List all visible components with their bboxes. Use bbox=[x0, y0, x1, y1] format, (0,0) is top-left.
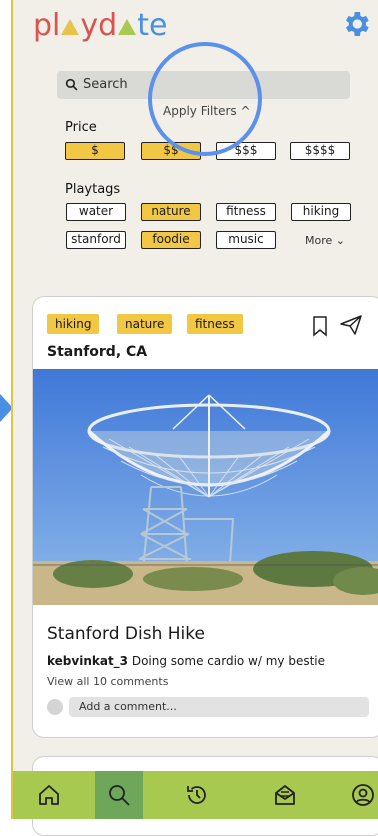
post-caption: kebvinkat_3 Doing some cardio w/ my best… bbox=[47, 654, 325, 668]
post-username[interactable]: kebvinkat_3 bbox=[47, 654, 128, 668]
apply-filters-toggle[interactable]: Apply Filters ^ bbox=[163, 104, 251, 118]
nav-search[interactable] bbox=[95, 771, 143, 819]
price-chip[interactable]: $ bbox=[65, 142, 125, 160]
home-icon bbox=[39, 785, 59, 805]
gear-icon[interactable] bbox=[340, 8, 372, 40]
post-location: Stanford, CA bbox=[47, 344, 148, 360]
search-icon bbox=[109, 785, 130, 806]
post-photo[interactable] bbox=[33, 369, 378, 605]
avatar bbox=[47, 699, 63, 715]
send-icon[interactable] bbox=[339, 314, 363, 336]
post-card: hiking nature fitness Stanford, CA Stanf… bbox=[32, 296, 378, 738]
more-tags-toggle[interactable]: More ⌄ bbox=[305, 234, 345, 247]
search-icon bbox=[65, 78, 78, 91]
search-input[interactable]: Search bbox=[57, 71, 350, 99]
profile-icon bbox=[352, 784, 374, 806]
post-caption-text: Doing some cardio w/ my bestie bbox=[128, 654, 326, 668]
logo-triangle-green bbox=[118, 19, 137, 35]
playtag-chip[interactable]: music bbox=[216, 231, 276, 249]
post-tag[interactable]: hiking bbox=[47, 314, 100, 334]
playtag-chip[interactable]: hiking bbox=[291, 203, 351, 221]
bookmark-icon[interactable] bbox=[312, 315, 328, 337]
logo-triangle-yellow bbox=[61, 19, 80, 35]
playtag-chip[interactable]: foodie bbox=[141, 231, 201, 249]
nav-history[interactable] bbox=[173, 771, 221, 819]
bottom-nav bbox=[13, 771, 378, 819]
post-tag[interactable]: fitness bbox=[187, 314, 243, 334]
logo-text-part: te bbox=[137, 8, 168, 43]
inbox-icon bbox=[275, 785, 295, 805]
price-label: Price bbox=[65, 120, 97, 135]
post-tag[interactable]: nature bbox=[117, 314, 173, 334]
view-comments-link[interactable]: View all 10 comments bbox=[47, 675, 168, 688]
logo-text-part: yd bbox=[80, 8, 118, 43]
playdate-logo: pl yd te bbox=[33, 8, 167, 44]
post-title: Stanford Dish Hike bbox=[47, 624, 205, 644]
nav-profile[interactable] bbox=[339, 771, 378, 819]
price-chip[interactable]: $$$$ bbox=[290, 142, 350, 160]
playtag-chip[interactable]: nature bbox=[141, 203, 201, 221]
search-placeholder: Search bbox=[83, 77, 128, 92]
price-chip[interactable]: $$$ bbox=[216, 142, 276, 160]
playtag-chip[interactable]: fitness bbox=[216, 203, 276, 221]
history-icon bbox=[187, 786, 206, 804]
logo-text-part: pl bbox=[33, 8, 61, 43]
comment-input[interactable]: Add a comment... bbox=[69, 697, 369, 717]
app-frame: pl yd te Search Apply Filters ^ Price $ $$… bbox=[11, 0, 378, 836]
playtag-chip[interactable]: water bbox=[66, 203, 126, 221]
nav-home[interactable] bbox=[25, 771, 73, 819]
top-bar: pl yd te bbox=[13, 0, 378, 50]
highlight-circle bbox=[148, 42, 262, 156]
nav-inbox[interactable] bbox=[261, 771, 309, 819]
playtag-chip[interactable]: stanford bbox=[66, 231, 126, 249]
playtags-label: Playtags bbox=[65, 182, 121, 197]
price-chip[interactable]: $$ bbox=[141, 142, 201, 160]
